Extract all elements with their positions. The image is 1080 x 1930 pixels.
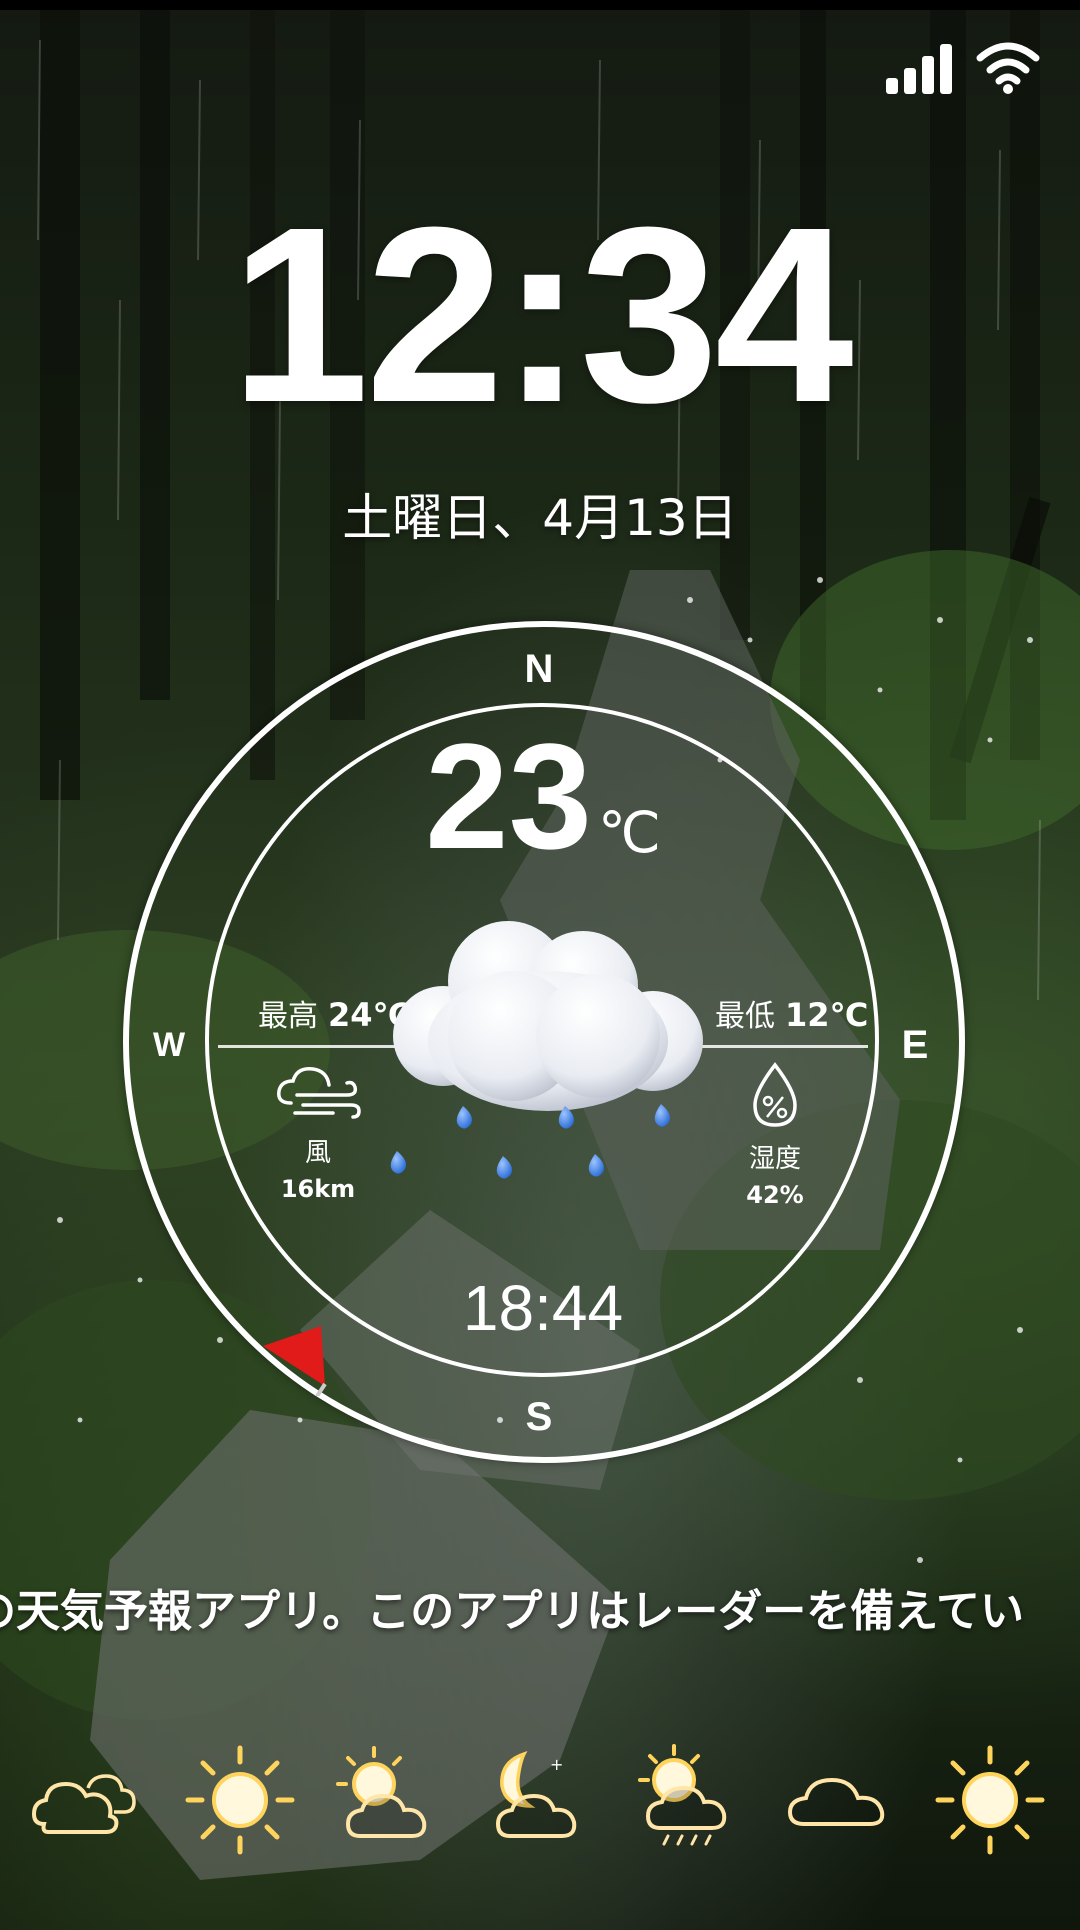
partly-cloudy-icon[interactable]	[330, 1740, 450, 1860]
cloud-icon[interactable]	[780, 1740, 900, 1860]
svg-text:+: +	[550, 1755, 563, 1774]
compass-north: N	[524, 647, 554, 691]
top-edge	[0, 0, 1080, 10]
high-label: 最高	[258, 999, 318, 1034]
humidity-value: 42%	[746, 1181, 804, 1209]
status-bar	[886, 40, 1040, 94]
night-partly-cloudy-icon[interactable]: +	[480, 1740, 600, 1860]
current-temperature: 23 ℃	[123, 721, 963, 908]
temperature-unit: ℃	[597, 801, 661, 864]
direction-flag-icon	[263, 1326, 327, 1396]
compass-south: S	[525, 1395, 553, 1439]
low-label: 最低	[715, 999, 775, 1034]
weather-dial[interactable]: N S E W 23℃ 最高24℃ 最低12℃ 風 16km 湿度 42%	[123, 621, 965, 1463]
ticker-text: の天気予報アプリ。このアプリはレーダーを備えてい	[0, 1586, 1025, 1635]
wind-stat: 風 16km	[248, 1061, 388, 1203]
sunset-time: 18:44	[462, 1272, 624, 1344]
rain-cloud-icon	[390, 921, 703, 1179]
forecast-strip: +	[30, 1735, 1050, 1865]
humidity-icon	[753, 1062, 797, 1127]
temperature-value: 23	[425, 712, 592, 880]
cell-signal-icon	[886, 40, 952, 94]
wind-label: 風	[304, 1138, 331, 1168]
low-value: 12℃	[785, 996, 869, 1034]
sunny-icon[interactable]	[180, 1740, 300, 1860]
compass-east: E	[901, 1023, 929, 1067]
sun-rain-cloud-icon[interactable]	[630, 1740, 750, 1860]
humidity-stat: 湿度 42%	[705, 1061, 845, 1209]
compass-west: W	[152, 1026, 186, 1064]
wifi-icon	[976, 42, 1040, 94]
wind-icon	[277, 1067, 361, 1119]
sunny-icon[interactable]	[930, 1740, 1050, 1860]
wind-value: 16km	[280, 1175, 356, 1203]
cloudy-icon[interactable]	[30, 1740, 150, 1860]
humidity-label: 湿度	[748, 1144, 801, 1174]
low-temperature: 最低 12℃	[715, 991, 868, 1035]
news-ticker[interactable]: の天気予報アプリ。このアプリはレーダーを備えてい	[0, 1575, 1080, 1635]
lock-date: 土曜日、4月13日	[342, 489, 738, 547]
lock-clock: 12:34	[230, 175, 853, 454]
